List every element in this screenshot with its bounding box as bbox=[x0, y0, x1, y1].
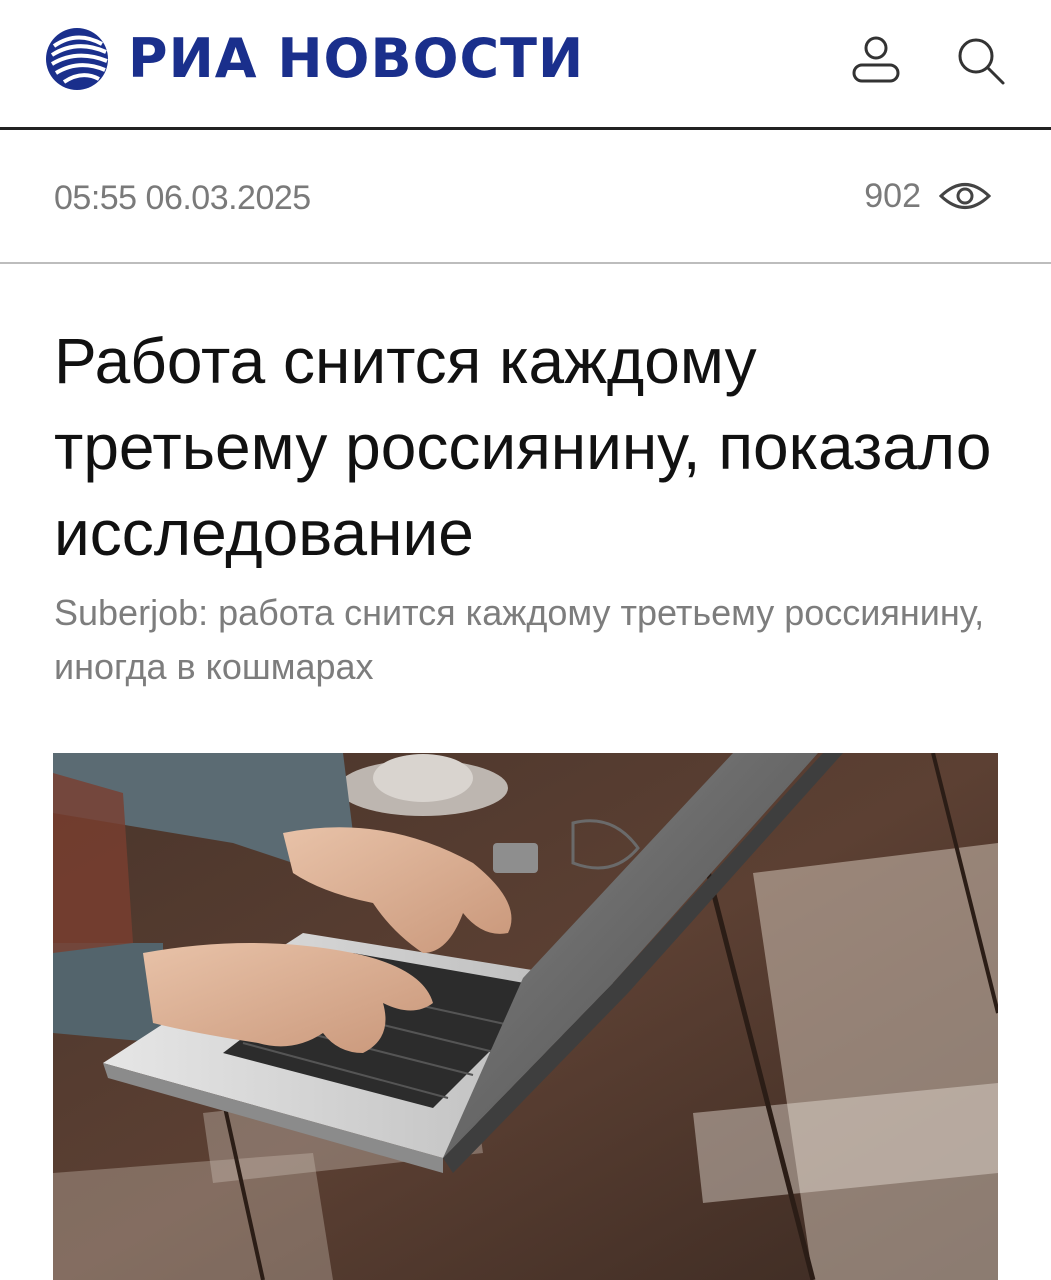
user-icon bbox=[852, 36, 900, 83]
eye-icon bbox=[939, 183, 991, 209]
laptop-typing-photo bbox=[53, 753, 998, 1280]
site-header: РИА НОВОСТИ bbox=[0, 0, 1051, 130]
logo-text: РИА НОВОСТИ bbox=[128, 27, 585, 90]
view-counter: 902 bbox=[864, 176, 991, 216]
article-subtitle: Suberjob: работа снится каждому третьему… bbox=[54, 592, 985, 687]
article-title: Работа снится каждому третьему россиянин… bbox=[54, 325, 992, 569]
article-meta: 05:55 06.03.2025 902 bbox=[0, 130, 1051, 264]
article-photo bbox=[53, 753, 998, 1280]
search-button[interactable] bbox=[950, 30, 1010, 90]
publish-datetime: 05:55 06.03.2025 bbox=[54, 179, 311, 217]
views-count: 902 bbox=[864, 177, 921, 215]
search-icon bbox=[958, 38, 1005, 85]
user-button[interactable] bbox=[846, 30, 906, 90]
ria-globe-icon bbox=[46, 28, 108, 90]
site-logo[interactable]: РИА НОВОСТИ bbox=[44, 26, 584, 92]
